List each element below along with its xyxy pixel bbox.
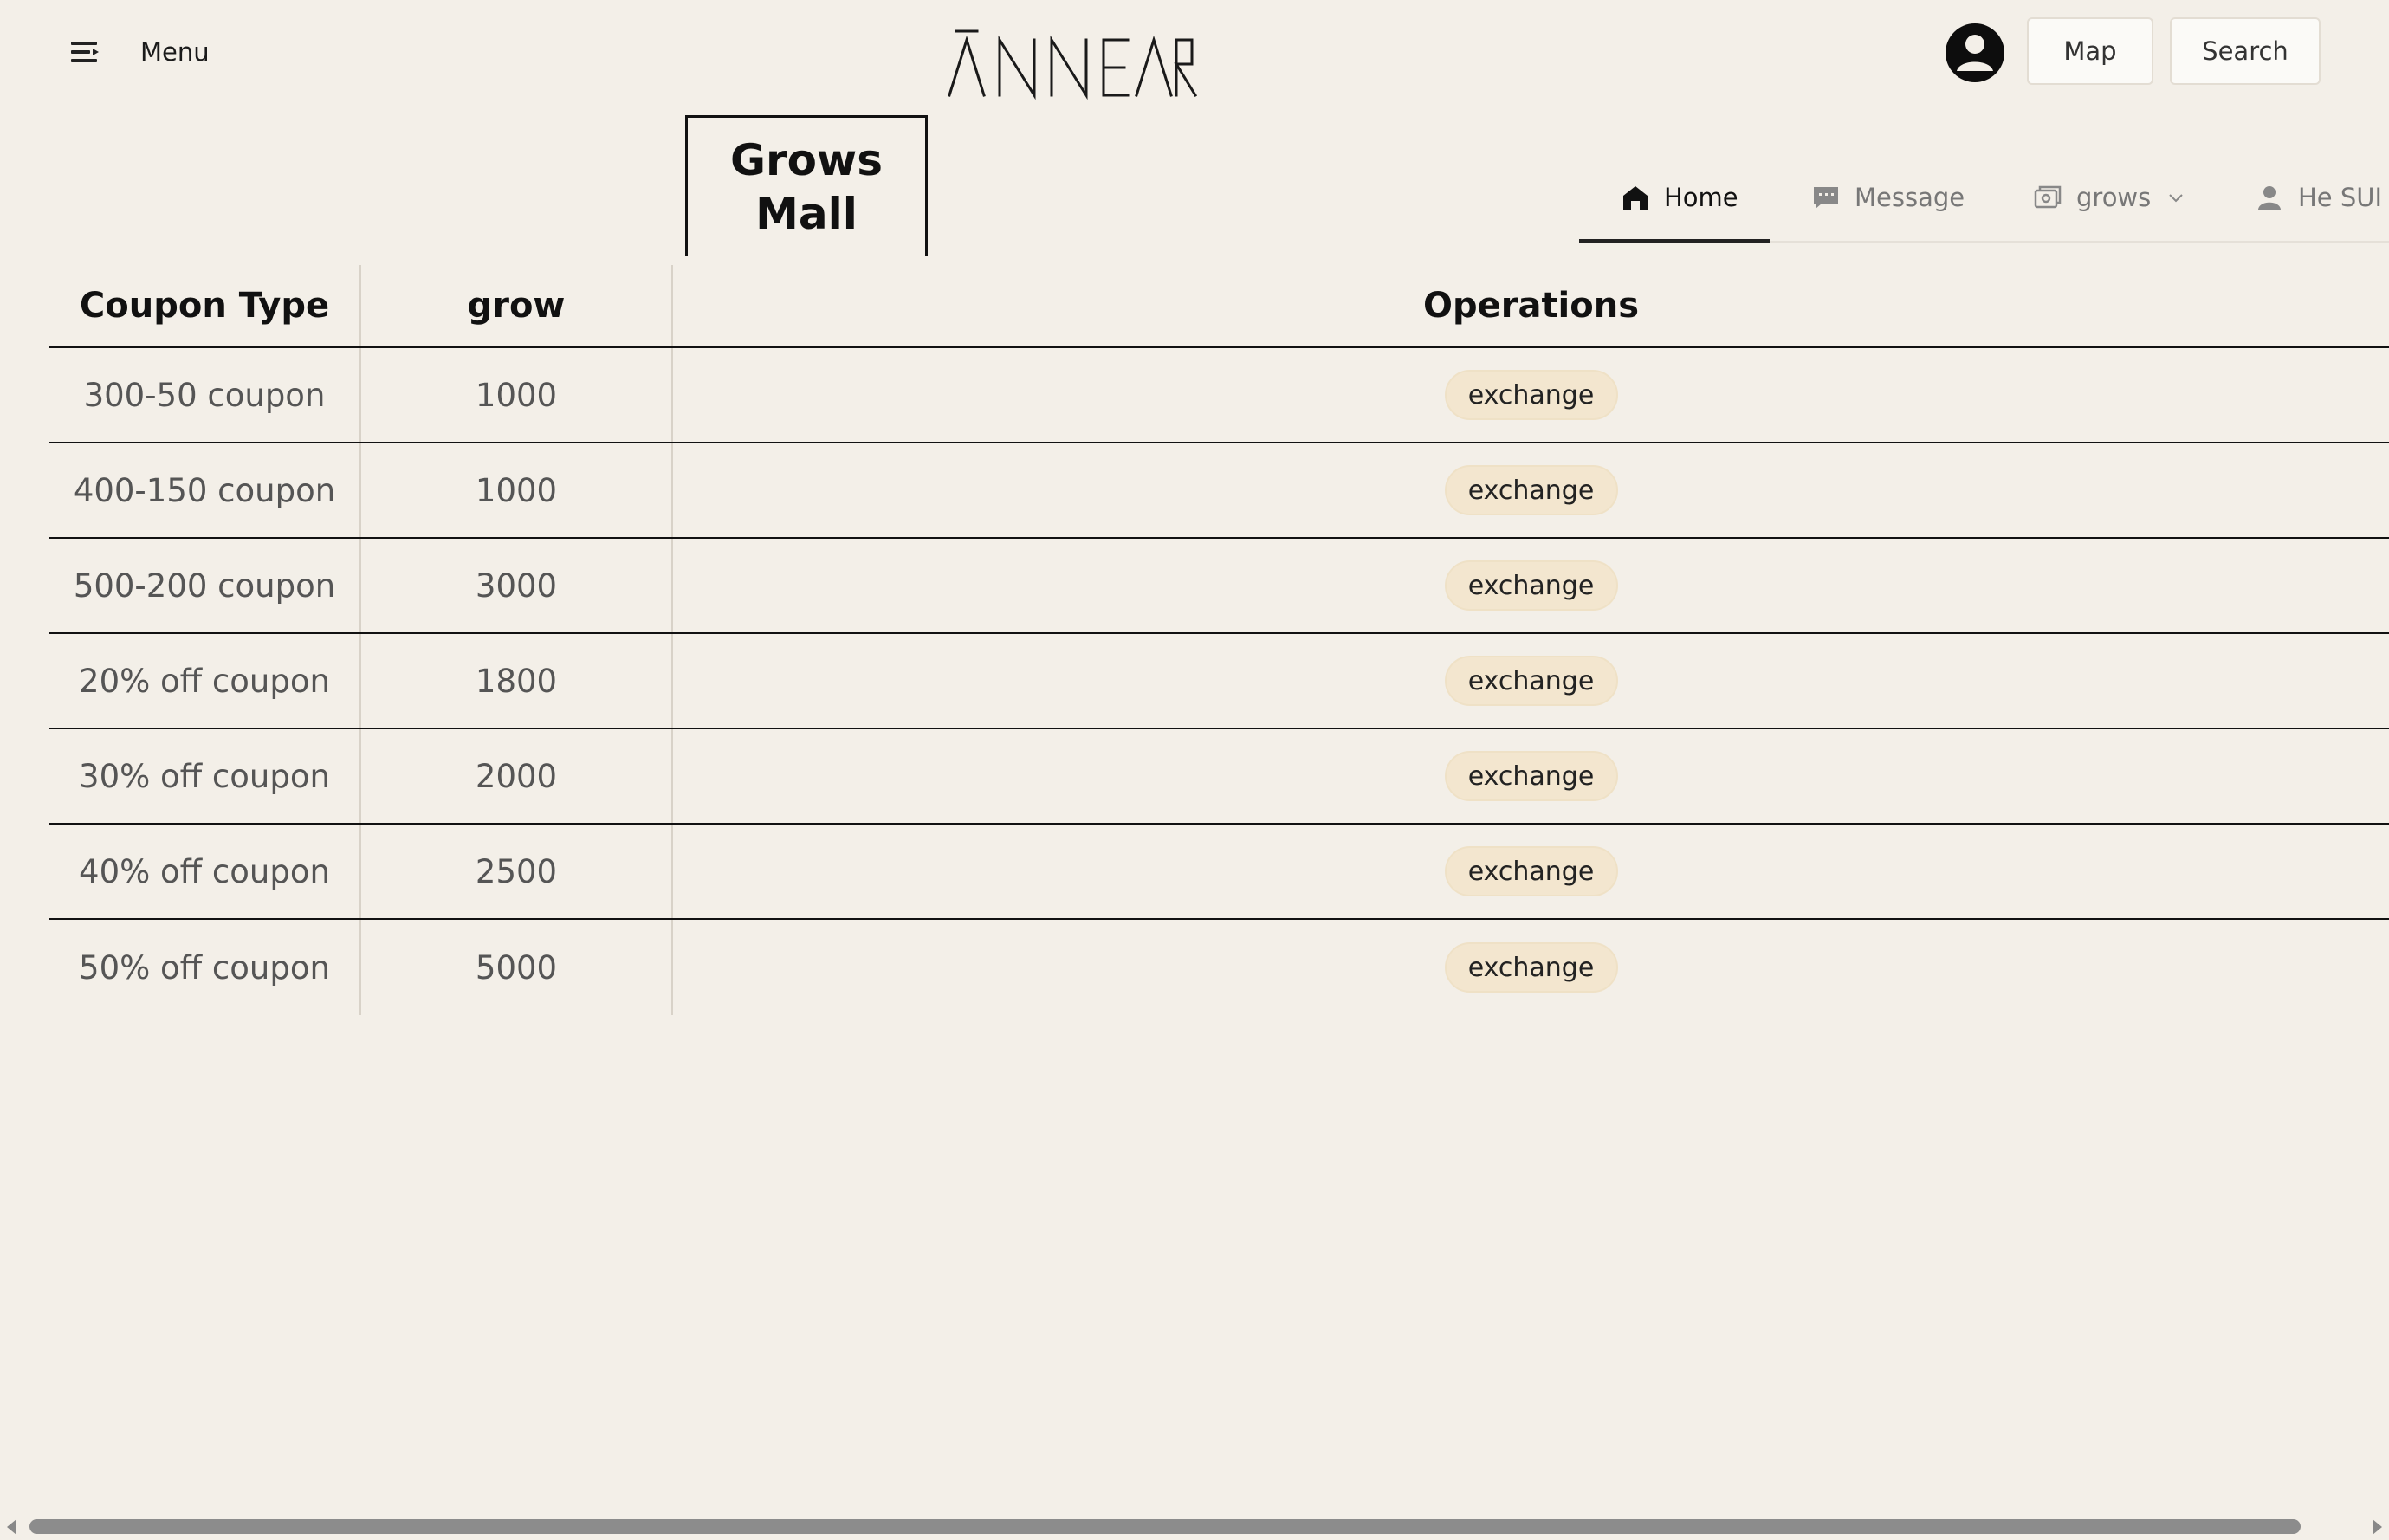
scrollbar-thumb[interactable]	[29, 1519, 2301, 1534]
exchange-button[interactable]: exchange	[1444, 656, 1618, 706]
menu-label: Menu	[140, 37, 210, 67]
grows-icon	[2034, 185, 2062, 209]
grow-cell: 3000	[361, 539, 673, 632]
coupon-type-cell: 300-50 coupon	[49, 348, 361, 442]
nav-menu: Home Message grows He SUI	[1579, 154, 2389, 243]
table-row: 400-150 coupon 1000 exchange	[49, 443, 2389, 539]
page-title: Grows Mall	[729, 135, 883, 239]
coupon-type-cell: 50% off coupon	[49, 920, 361, 1015]
nav-message-label: Message	[1855, 183, 1965, 212]
table-row: 300-50 coupon 1000 exchange	[49, 348, 2389, 443]
coupon-type-cell: 400-150 coupon	[49, 443, 361, 537]
home-icon	[1623, 186, 1648, 210]
annear-logo[interactable]	[946, 24, 1197, 102]
message-icon	[1814, 187, 1838, 209]
menu-icon	[71, 42, 99, 62]
column-header-coupon-type: Coupon Type	[49, 265, 361, 346]
nav-item-message[interactable]: Message	[1811, 154, 1965, 241]
grows-mall-panel: Grows Mall	[685, 115, 928, 256]
exchange-button[interactable]: exchange	[1444, 560, 1618, 611]
nav-item-home[interactable]: Home	[1621, 154, 1738, 241]
grow-cell: 1000	[361, 443, 673, 537]
exchange-button[interactable]: exchange	[1444, 370, 1618, 420]
column-header-grow: grow	[361, 265, 673, 346]
scroll-left-arrow-icon[interactable]	[7, 1519, 16, 1535]
table-row: 40% off coupon 2500 exchange	[49, 825, 2389, 920]
exchange-button[interactable]: exchange	[1444, 846, 1618, 896]
grow-cell: 2500	[361, 825, 673, 918]
active-tab-indicator	[1579, 239, 1770, 243]
grow-cell: 1000	[361, 348, 673, 442]
table-row: 30% off coupon 2000 exchange	[49, 729, 2389, 825]
grow-cell: 2000	[361, 729, 673, 823]
scroll-right-arrow-icon[interactable]	[2373, 1519, 2382, 1535]
grow-cell: 5000	[361, 920, 673, 1015]
coupon-type-cell: 20% off coupon	[49, 634, 361, 728]
table-header-row: Coupon Type grow Operations	[49, 265, 2389, 348]
table-row: 20% off coupon 1800 exchange	[49, 634, 2389, 729]
coupon-table: Coupon Type grow Operations 300-50 coupo…	[49, 265, 2389, 1015]
coupon-type-cell: 30% off coupon	[49, 729, 361, 823]
menu-button[interactable]: Menu	[69, 31, 210, 73]
user-icon	[2258, 186, 2281, 210]
table-row: 500-200 coupon 3000 exchange	[49, 539, 2389, 634]
nav-grows-label: grows	[2076, 183, 2152, 212]
exchange-button[interactable]: exchange	[1444, 942, 1618, 993]
grow-cell: 1800	[361, 634, 673, 728]
column-header-operations: Operations	[1422, 286, 1640, 326]
coupon-type-cell: 40% off coupon	[49, 825, 361, 918]
user-avatar-icon[interactable]	[1945, 23, 2005, 83]
nav-item-grows[interactable]: grows	[2033, 154, 2185, 241]
exchange-button[interactable]: exchange	[1444, 465, 1618, 515]
search-button[interactable]: Search	[2170, 17, 2321, 85]
chevron-down-icon	[2169, 194, 2183, 203]
table-row: 50% off coupon 5000 exchange	[49, 920, 2389, 1015]
nav-user-label: He SUI	[2298, 183, 2383, 212]
coupon-type-cell: 500-200 coupon	[49, 539, 361, 632]
horizontal-scrollbar[interactable]	[0, 1514, 2389, 1540]
exchange-button[interactable]: exchange	[1444, 751, 1618, 801]
map-button[interactable]: Map	[2027, 17, 2153, 85]
nav-home-label: Home	[1664, 183, 1738, 212]
nav-item-user[interactable]: He SUI	[2255, 154, 2382, 241]
